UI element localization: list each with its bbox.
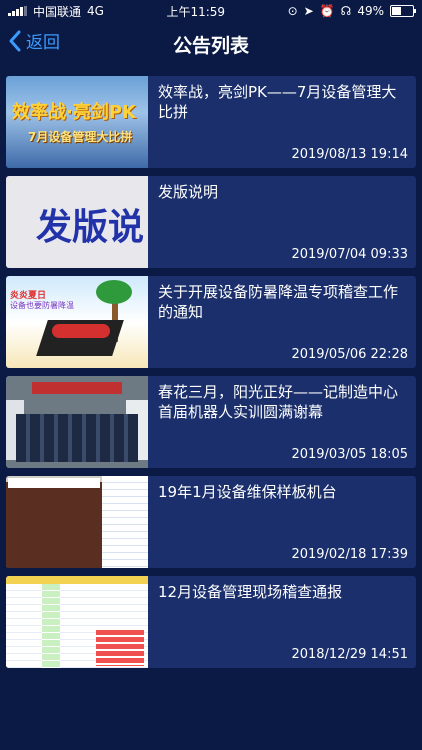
list-item[interactable]: 发版说 发版说明 2019/07/04 09:33 (6, 176, 416, 268)
thumbnail-caption: 效率战·亮剑PK (12, 102, 136, 123)
thumbnail-image: 炎炎夏日 设备也要防暑降温 (6, 276, 148, 368)
status-bar: 中国联通 4G 上午11:59 ⊙ ➤ ⏰ ☊ 49% (0, 0, 422, 22)
item-title: 效率战，亮剑PK——7月设备管理大比拼 (158, 83, 397, 121)
battery-icon (390, 5, 416, 17)
thumbnail-image (6, 376, 148, 468)
clock: 上午11:59 (166, 4, 226, 19)
signal-icon (8, 6, 27, 16)
thumbnail-image: 发版说 (6, 176, 148, 268)
item-title: 19年1月设备维保样板机台 (158, 483, 337, 501)
item-info: 春花三月，阳光正好——记制造中心首届机器人实训圆满谢幕 2019/03/05 1… (148, 376, 416, 468)
item-info: 关于开展设备防暑降温专项稽查工作的通知 2019/05/06 22:28 (148, 276, 416, 368)
item-title: 春花三月，阳光正好——记制造中心首届机器人实训圆满谢幕 (158, 383, 399, 421)
thumbnail-image (6, 476, 148, 568)
thumbnail-subcaption: 设备也要防暑降温 (10, 301, 74, 310)
list-item[interactable]: 春花三月，阳光正好——记制造中心首届机器人实训圆满谢幕 2019/03/05 1… (6, 376, 416, 468)
battery-percent: 49% (357, 4, 384, 18)
item-title: 关于开展设备防暑降温专项稽查工作的通知 (158, 283, 399, 321)
network-type: 4G (87, 4, 104, 18)
thumbnail-caption: 发版说 (36, 207, 145, 248)
back-label: 返回 (26, 33, 60, 53)
location-icon: ➤ (303, 4, 314, 18)
item-title: 发版说明 (158, 183, 219, 201)
item-info: 效率战，亮剑PK——7月设备管理大比拼 2019/08/13 19:14 (148, 76, 416, 168)
item-date: 2019/02/18 17:39 (291, 547, 408, 562)
item-title: 12月设备管理现场稽查通报 (158, 583, 343, 601)
item-date: 2019/05/06 22:28 (291, 347, 408, 362)
list-item[interactable]: 19年1月设备维保样板机台 2019/02/18 17:39 (6, 476, 416, 568)
list-item[interactable]: 12月设备管理现场稽查通报 2018/12/29 14:51 (6, 576, 416, 668)
item-date: 2019/03/05 18:05 (291, 447, 408, 462)
back-button[interactable]: 返回 (8, 28, 60, 53)
thumbnail-image: 效率战·亮剑PK 7月设备管理大比拼 (6, 76, 148, 168)
headphones-icon: ☊ (340, 4, 352, 18)
page-title: 公告列表 (172, 34, 249, 57)
item-date: 2019/08/13 19:14 (291, 147, 408, 162)
chevron-left-icon (9, 30, 21, 51)
item-info: 12月设备管理现场稽查通报 2018/12/29 14:51 (148, 576, 416, 668)
item-info: 发版说明 2019/07/04 09:33 (148, 176, 416, 268)
list-item[interactable]: 炎炎夏日 设备也要防暑降温 关于开展设备防暑降温专项稽查工作的通知 2019/0… (6, 276, 416, 368)
announcement-list: 效率战·亮剑PK 7月设备管理大比拼 效率战，亮剑PK——7月设备管理大比拼 2… (0, 66, 422, 668)
status-right: ⊙ ➤ ⏰ ☊ 49% (287, 4, 416, 18)
thumbnail-subcaption: 7月设备管理大比拼 (28, 130, 133, 144)
list-item[interactable]: 效率战·亮剑PK 7月设备管理大比拼 效率战，亮剑PK——7月设备管理大比拼 2… (6, 76, 416, 168)
item-date: 2019/07/04 09:33 (291, 247, 408, 262)
lock-rotation-icon: ⊙ (287, 4, 298, 18)
navigation-bar: 返回 公告列表 (0, 22, 422, 66)
thumbnail-image (6, 576, 148, 668)
status-left: 中国联通 4G (8, 3, 104, 20)
item-info: 19年1月设备维保样板机台 2019/02/18 17:39 (148, 476, 416, 568)
item-date: 2018/12/29 14:51 (291, 647, 408, 662)
carrier: 中国联通 (33, 4, 82, 19)
alarm-icon: ⏰ (319, 4, 335, 18)
